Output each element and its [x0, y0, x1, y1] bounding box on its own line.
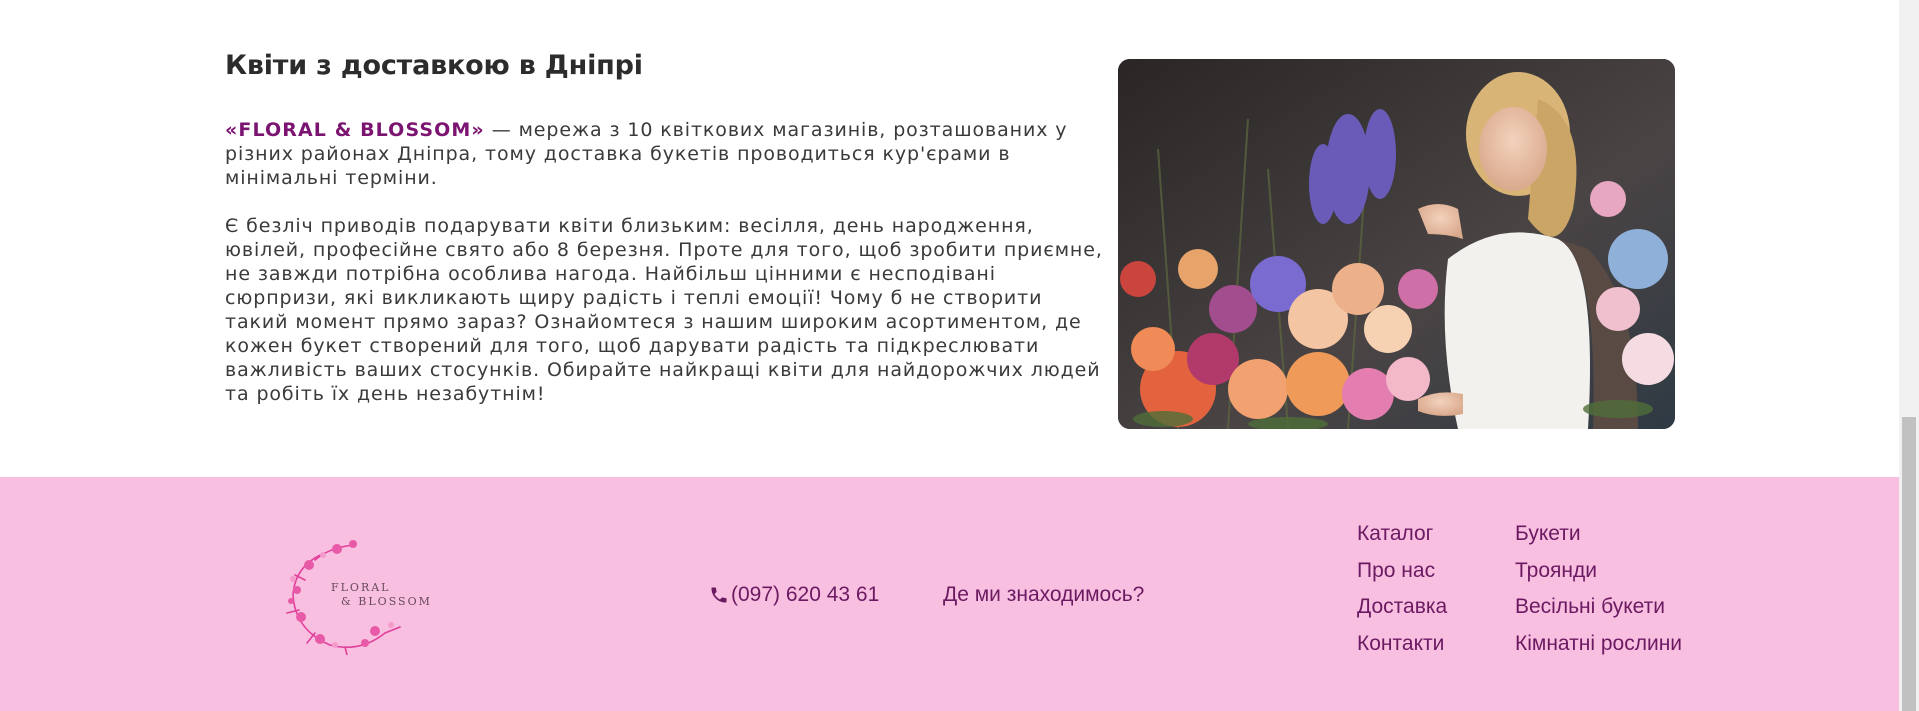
footer-nav-main: Каталог Про нас Доставка Контакти: [1357, 521, 1447, 667]
page: Квіти з доставкою в Дніпрі «FLORAL & BLO…: [0, 0, 1899, 711]
phone-icon: [711, 587, 727, 603]
footer-nav-item: Кімнатні рослини: [1515, 631, 1682, 668]
logo-text: FLORAL & BLOSSOM: [331, 581, 432, 609]
footer-link-houseplants[interactable]: Кімнатні рослини: [1515, 632, 1682, 655]
brand-name: «FLORAL & BLOSSOM»: [225, 119, 485, 141]
vertical-scrollbar[interactable]: [1899, 0, 1919, 711]
footer-link-catalog[interactable]: Каталог: [1357, 522, 1433, 545]
footer-nav-item: Доставка: [1357, 594, 1447, 631]
footer-nav-item: Букети: [1515, 521, 1682, 558]
text-column: Квіти з доставкою в Дніпрі «FLORAL & BLO…: [225, 48, 1110, 406]
intro-paragraph: «FLORAL & BLOSSOM» — мережа з 10 квітков…: [225, 118, 1110, 190]
footer-nav-item: Весільні букети: [1515, 594, 1682, 631]
phone-link[interactable]: (097) 620 43 61: [709, 583, 879, 607]
floral-blossom-logo[interactable]: FLORAL & BLOSSOM: [275, 535, 435, 656]
footer-nav-item: Троянди: [1515, 558, 1682, 595]
footer-link-wedding-bouquets[interactable]: Весільні букети: [1515, 595, 1665, 618]
scrollbar-thumb[interactable]: [1902, 417, 1916, 711]
footer-link-roses[interactable]: Троянди: [1515, 559, 1597, 582]
footer-link-about[interactable]: Про нас: [1357, 559, 1435, 582]
logo-line-floral: FLORAL: [331, 581, 391, 594]
footer-nav-item: Каталог: [1357, 521, 1447, 558]
site-footer: FLORAL & BLOSSOM (097) 620 43 61 Де ми з…: [0, 477, 1899, 711]
footer-nav-item: Про нас: [1357, 558, 1447, 595]
section-title: Квіти з доставкою в Дніпрі: [225, 50, 643, 81]
footer-link-bouquets[interactable]: Букети: [1515, 522, 1581, 545]
where-are-we-link[interactable]: Де ми знаходимось?: [943, 583, 1144, 607]
florist-photo-image: [1118, 59, 1675, 429]
logo-line-blossom: & BLOSSOM: [341, 595, 432, 608]
occasions-paragraph: Є безліч приводів подарувати квіти близь…: [225, 215, 1103, 405]
phone-number: (097) 620 43 61: [731, 583, 880, 606]
florist-photo: [1118, 59, 1675, 429]
footer-link-contacts[interactable]: Контакти: [1357, 632, 1444, 655]
footer-nav-item: Контакти: [1357, 631, 1447, 668]
footer-link-delivery[interactable]: Доставка: [1357, 595, 1447, 618]
delivery-section: Квіти з доставкою в Дніпрі «FLORAL & BLO…: [0, 0, 1899, 477]
footer-nav-categories: Букети Троянди Весільні букети Кімнатні …: [1515, 521, 1682, 667]
